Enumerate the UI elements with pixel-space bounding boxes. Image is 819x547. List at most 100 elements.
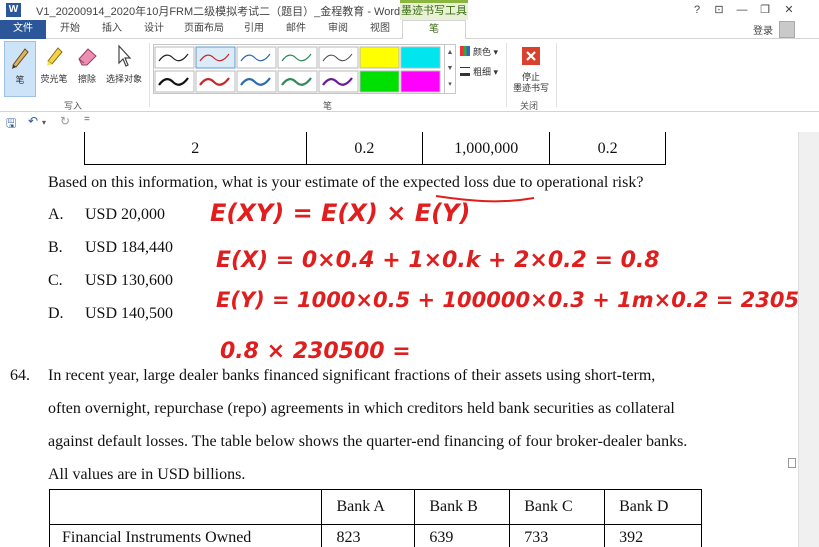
option-text: USD 140,500: [85, 305, 174, 322]
question-line: often overnight, repurchase (repo) agree…: [48, 400, 675, 417]
probability-table: 2 0.2 1,000,000 0.2: [84, 132, 666, 165]
question-number: 64.: [10, 367, 30, 384]
undo-dropdown-icon[interactable]: ▾: [42, 118, 46, 127]
highlighter-tool-button[interactable]: 荧光笔: [38, 41, 70, 97]
pen-thickness-label: 粗细: [473, 67, 492, 77]
customize-qat-icon[interactable]: =: [84, 114, 90, 125]
select-objects-button[interactable]: 选择对象: [104, 41, 144, 97]
option-letter: D.: [48, 305, 64, 322]
scrollbar-thumb[interactable]: [788, 458, 796, 468]
highlighter-icon: [47, 47, 63, 66]
question-64-body: In recent year, large dealer banks finan…: [48, 359, 742, 491]
eraser-tool-label: 擦除: [77, 74, 96, 84]
eraser-icon: [78, 48, 97, 66]
table-cell: 733: [509, 524, 606, 547]
restore-button[interactable]: ❐: [754, 2, 776, 18]
ink-line-2: E(X) = 0×0.4 + 1×0.k + 2×0.2 = 0.8: [216, 248, 660, 273]
table-header-cell: Bank A: [321, 489, 416, 525]
table-cell: 0.2: [549, 132, 666, 165]
tab-design[interactable]: 设计: [136, 20, 172, 39]
highlighter-tool-label: 荧光笔: [40, 74, 68, 84]
redo-icon[interactable]: ↻: [60, 114, 70, 128]
help-button[interactable]: ?: [686, 2, 708, 18]
title-bar: W V1_20200914_2020年10月FRM二级模拟考试二（题目）_金程教…: [0, 0, 819, 20]
stop-x-icon: [522, 47, 540, 65]
table-cell: 1,000,000: [422, 132, 551, 165]
document-title: V1_20200914_2020年10月FRM二级模拟考试二（题目）_金程教育 …: [36, 6, 401, 18]
pen-gallery-swatches: [154, 46, 441, 93]
ribbon-display-options-button[interactable]: ⊡: [708, 2, 730, 18]
table-header-cell: [48, 489, 323, 525]
tab-view[interactable]: 视图: [362, 20, 398, 39]
ink-line-3: E(Y) = 1000×0.5 + 100000×0.3 + 1m×0.2 = …: [216, 288, 798, 312]
pen-gallery: [153, 44, 445, 94]
tab-review[interactable]: 审阅: [320, 20, 356, 39]
close-group-label: 关闭: [520, 101, 539, 111]
stop-inking-button[interactable]: 停止 墨迹书写: [510, 41, 552, 97]
pen-color-label: 颜色: [473, 47, 492, 57]
pen-tool-label: 笔: [15, 75, 25, 85]
document-page[interactable]: 2 0.2 1,000,000 0.2 Based on this inform…: [0, 132, 798, 547]
question-line: All values are in USD billions.: [48, 466, 246, 483]
eraser-tool-button[interactable]: 擦除: [72, 41, 102, 97]
question-line: against default losses. The table below …: [48, 433, 688, 450]
word-window: W V1_20200914_2020年10月FRM二级模拟考试二（题目）_金程教…: [0, 0, 819, 547]
ink-line-1: E(XY) = E(X) × E(Y): [210, 199, 470, 227]
pen-thickness-dropdown[interactable]: 粗细 ▾: [460, 65, 498, 78]
tab-insert[interactable]: 插入: [94, 20, 130, 39]
arrow-cursor-icon: [118, 44, 132, 67]
table-row: Financial Instruments Owned 823 639 733 …: [48, 524, 702, 547]
table-cell: Financial Instruments Owned: [48, 524, 323, 547]
pen-icon: [12, 48, 29, 69]
option-letter: A.: [48, 206, 64, 223]
pen-tool-button[interactable]: 笔: [4, 41, 36, 97]
table-header-cell: Bank C: [509, 489, 606, 525]
question-stem: Based on this information, what is your …: [48, 174, 644, 191]
tab-mailings[interactable]: 邮件: [278, 20, 314, 39]
select-objects-label: 选择对象: [105, 74, 142, 84]
undo-icon[interactable]: ↶: [28, 114, 38, 128]
table-cell: 639: [414, 524, 511, 547]
tab-pen[interactable]: 笔: [402, 20, 466, 40]
option-text: USD 130,600: [85, 272, 174, 289]
quick-access-toolbar: 🖫 ↶ ▾ ↻ =: [0, 112, 819, 132]
question-line: In recent year, large dealer banks finan…: [48, 367, 656, 384]
group-separator: [506, 43, 507, 107]
palette-icon: [460, 46, 470, 56]
table-header-cell: Bank D: [604, 489, 702, 525]
minimize-button[interactable]: —: [731, 2, 753, 18]
tab-file[interactable]: 文件: [0, 20, 46, 39]
close-button[interactable]: ✕: [778, 2, 800, 18]
pen-group-label: 笔: [323, 101, 333, 111]
ribbon-tabs: 文件 开始 插入 设计 页面布局 引用 邮件 审阅 视图 笔 登录: [0, 20, 819, 40]
tab-home[interactable]: 开始: [52, 20, 88, 39]
group-separator: [556, 43, 557, 107]
table-row: 2 0.2 1,000,000 0.2: [84, 132, 666, 165]
table-cell: 0.2: [305, 132, 424, 165]
account-avatar-icon[interactable]: [779, 21, 795, 38]
thickness-icon: [460, 67, 470, 76]
ink-underline-stroke: [435, 195, 535, 203]
word-logo-icon[interactable]: W: [6, 3, 21, 17]
option-letter: C.: [48, 272, 63, 289]
ribbon-panel: 笔 荧光笔 擦除 选择对象 写入 ▲ ▼ ▾ 颜色 ▾ 粗细 ▾ 笔 停止 墨迹…: [0, 39, 819, 112]
table-header-cell: Bank B: [414, 489, 511, 525]
table-header-row: Bank A Bank B Bank C Bank D: [48, 489, 702, 525]
tab-references[interactable]: 引用: [236, 20, 272, 39]
option-letter: B.: [48, 239, 63, 256]
tab-page-layout[interactable]: 页面布局: [178, 20, 230, 39]
table-cell: 2: [84, 132, 307, 165]
write-group-label: 写入: [64, 101, 83, 111]
sign-in-link[interactable]: 登录: [753, 22, 773, 37]
group-separator: [149, 43, 150, 107]
pen-color-dropdown[interactable]: 颜色 ▾: [460, 45, 498, 58]
vertical-scrollbar[interactable]: [798, 132, 819, 547]
table-cell: 823: [321, 524, 416, 547]
ink-tools-context-label: 墨迹书写工具: [400, 0, 468, 20]
option-text: USD 184,440: [85, 239, 174, 256]
stop-inking-label-2: 墨迹书写: [512, 83, 549, 93]
pen-gallery-scroll[interactable]: ▲ ▼ ▾: [445, 44, 456, 94]
option-text: USD 20,000: [85, 206, 166, 223]
table-cell: 392: [604, 524, 702, 547]
stop-inking-label-1: 停止: [521, 72, 540, 82]
